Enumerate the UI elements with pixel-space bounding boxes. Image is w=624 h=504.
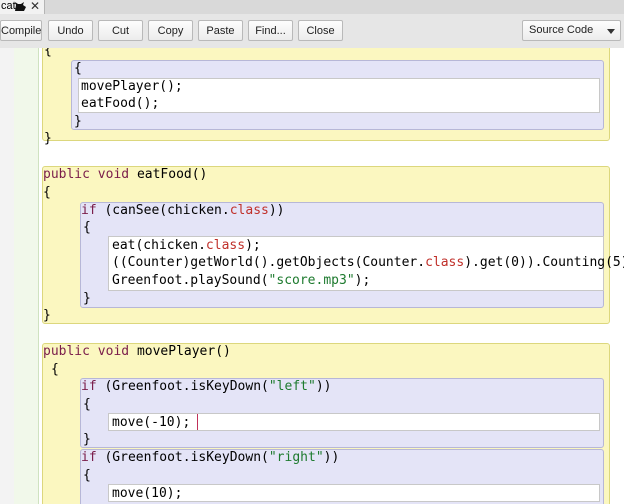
code-line: move(10); <box>112 486 183 501</box>
code-line: move(-10); <box>112 415 191 430</box>
cut-button[interactable]: Cut <box>98 20 143 41</box>
code-editor[interactable]: { { movePlayer(); eatFood(); } } public … <box>0 48 624 504</box>
method-signature-moveplayer: public void movePlayer() <box>43 344 231 359</box>
code-line: { <box>83 397 91 412</box>
code-line: { <box>43 185 51 200</box>
view-select-label: Source Code <box>529 24 594 36</box>
code-line: eat(chicken.class); <box>112 238 261 253</box>
code-line: { <box>44 48 52 58</box>
chevron-down-icon <box>607 29 615 34</box>
code-line: { <box>74 61 82 76</box>
code-line: { <box>51 362 59 377</box>
tab-cat[interactable]: cat ✕ <box>0 0 45 14</box>
paste-button[interactable]: Paste <box>198 20 243 41</box>
class-scope-margin <box>14 48 39 504</box>
undo-button[interactable]: Undo <box>48 20 93 41</box>
text-caret <box>197 414 198 430</box>
code-line: } <box>43 308 51 323</box>
code-line: { <box>83 468 91 483</box>
code-line: } <box>74 114 82 129</box>
tab-label: cat <box>1 0 16 12</box>
tab-strip: cat ✕ <box>0 0 624 14</box>
code-line: } <box>83 432 91 447</box>
code-line: if (canSee(chicken.class)) <box>81 203 285 218</box>
toolbar: Compile Undo Cut Copy Paste Find... Clos… <box>0 14 624 49</box>
find-button[interactable]: Find... <box>248 20 293 41</box>
close-button[interactable]: Close <box>298 20 343 41</box>
code-line: movePlayer(); <box>81 79 183 94</box>
cat-icon <box>15 2 26 11</box>
code-line: } <box>44 131 52 146</box>
method-signature-eatfood: public void eatFood() <box>43 167 208 182</box>
code-line: if (Greenfoot.isKeyDown("left")) <box>81 379 332 394</box>
close-icon[interactable]: ✕ <box>30 0 40 13</box>
code-line: ((Counter)getWorld().getObjects(Counter.… <box>112 255 624 270</box>
code-line: if (Greenfoot.isKeyDown("right")) <box>81 450 340 465</box>
view-select[interactable]: Source Code <box>522 20 621 41</box>
code-line: { <box>83 220 91 235</box>
copy-button[interactable]: Copy <box>148 20 193 41</box>
code-line: } <box>83 291 91 306</box>
compile-button[interactable]: Compile <box>0 20 42 41</box>
code-line: eatFood(); <box>81 96 160 111</box>
line-gutter <box>0 48 14 504</box>
code-line: Greenfoot.playSound("score.mp3"); <box>112 273 371 288</box>
